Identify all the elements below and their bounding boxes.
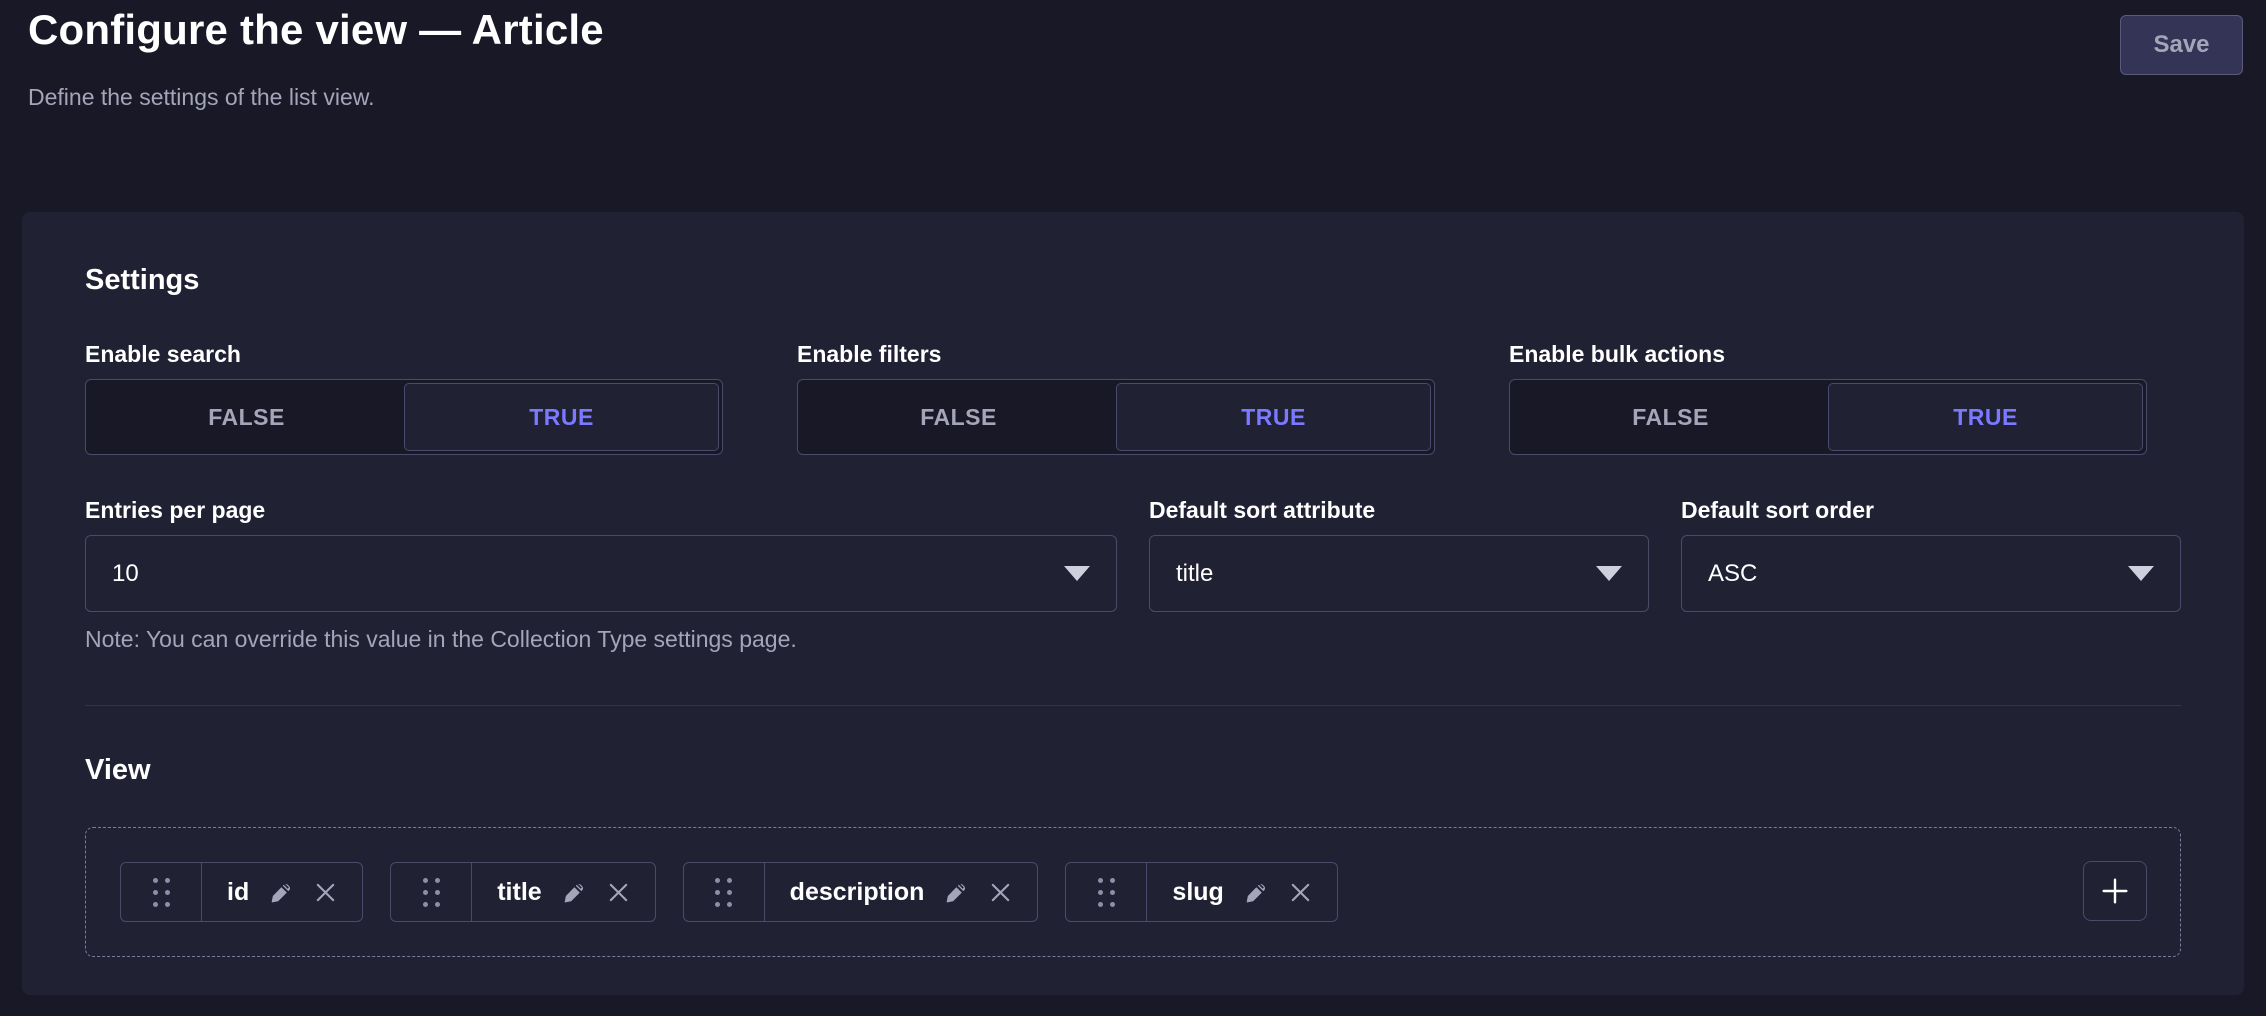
field-pill-label: description [790, 878, 925, 907]
field-pill-label: id [227, 878, 249, 907]
close-icon [314, 881, 337, 904]
enable-bulk-actions-label: Enable bulk actions [1509, 341, 2147, 368]
toggle-row: Enable search FALSE TRUE Enable filters … [85, 341, 2181, 455]
enable-search-toggle[interactable]: FALSE TRUE [85, 379, 723, 455]
enable-filters-toggle[interactable]: FALSE TRUE [797, 379, 1435, 455]
enable-search-field: Enable search FALSE TRUE [85, 341, 723, 455]
chevron-down-icon [2128, 566, 2154, 581]
pencil-icon [1244, 880, 1269, 905]
enable-bulk-actions-true-option[interactable]: TRUE [1828, 383, 2143, 451]
edit-field-button[interactable] [269, 880, 294, 905]
default-sort-attribute-value: title [1176, 560, 1213, 588]
displayed-fields-dropzone: id title [85, 827, 2181, 957]
enable-filters-false-option[interactable]: FALSE [801, 383, 1116, 451]
default-sort-order-label: Default sort order [1681, 497, 2181, 524]
remove-field-button[interactable] [1289, 881, 1312, 904]
entries-per-page-value: 10 [112, 560, 139, 588]
drag-handle-icon[interactable] [121, 863, 202, 921]
enable-search-false-option[interactable]: FALSE [89, 383, 404, 451]
drag-handle-icon[interactable] [684, 863, 765, 921]
add-field-button[interactable] [2083, 861, 2147, 921]
field-pill-slug[interactable]: slug [1065, 862, 1337, 922]
enable-filters-true-option[interactable]: TRUE [1116, 383, 1431, 451]
close-icon [1289, 881, 1312, 904]
plus-icon [2099, 875, 2131, 907]
edit-field-button[interactable] [1244, 880, 1269, 905]
enable-search-label: Enable search [85, 341, 723, 368]
edit-field-button[interactable] [944, 880, 969, 905]
field-pill-title[interactable]: title [390, 862, 655, 922]
field-pill-description[interactable]: description [683, 862, 1039, 922]
selects-row: Entries per page 10 Note: You can overri… [85, 497, 2181, 653]
enable-bulk-actions-false-option[interactable]: FALSE [1513, 383, 1828, 451]
chevron-down-icon [1064, 566, 1090, 581]
chevron-down-icon [1596, 566, 1622, 581]
default-sort-order-value: ASC [1708, 560, 1757, 588]
enable-filters-field: Enable filters FALSE TRUE [797, 341, 1435, 455]
field-pill-label: slug [1172, 878, 1223, 907]
remove-field-button[interactable] [607, 881, 630, 904]
pencil-icon [562, 880, 587, 905]
settings-section-heading: Settings [85, 264, 2181, 297]
field-pill-id[interactable]: id [120, 862, 363, 922]
pencil-icon [944, 880, 969, 905]
page-subtitle: Define the settings of the list view. [28, 84, 374, 111]
default-sort-order-select[interactable]: ASC [1681, 535, 2181, 612]
close-icon [607, 881, 630, 904]
entries-per-page-field: Entries per page 10 Note: You can overri… [85, 497, 1117, 653]
entries-per-page-label: Entries per page [85, 497, 1117, 524]
enable-bulk-actions-field: Enable bulk actions FALSE TRUE [1509, 341, 2147, 455]
edit-field-button[interactable] [562, 880, 587, 905]
entries-per-page-hint: Note: You can override this value in the… [85, 626, 1117, 653]
pencil-icon [269, 880, 294, 905]
default-sort-attribute-select[interactable]: title [1149, 535, 1649, 612]
enable-bulk-actions-toggle[interactable]: FALSE TRUE [1509, 379, 2147, 455]
view-section-heading: View [85, 754, 2181, 787]
enable-filters-label: Enable filters [797, 341, 1435, 368]
settings-card: Settings Enable search FALSE TRUE Enable… [22, 212, 2244, 995]
entries-per-page-select[interactable]: 10 [85, 535, 1117, 612]
remove-field-button[interactable] [989, 881, 1012, 904]
drag-handle-icon[interactable] [1066, 863, 1147, 921]
remove-field-button[interactable] [314, 881, 337, 904]
default-sort-attribute-label: Default sort attribute [1149, 497, 1649, 524]
default-sort-order-field: Default sort order ASC [1681, 497, 2181, 653]
field-pill-label: title [497, 878, 541, 907]
close-icon [989, 881, 1012, 904]
section-divider [85, 705, 2181, 706]
enable-search-true-option[interactable]: TRUE [404, 383, 719, 451]
save-button[interactable]: Save [2120, 15, 2243, 75]
page-title: Configure the view — Article [28, 6, 604, 54]
default-sort-attribute-field: Default sort attribute title [1149, 497, 1649, 653]
drag-handle-icon[interactable] [391, 863, 472, 921]
